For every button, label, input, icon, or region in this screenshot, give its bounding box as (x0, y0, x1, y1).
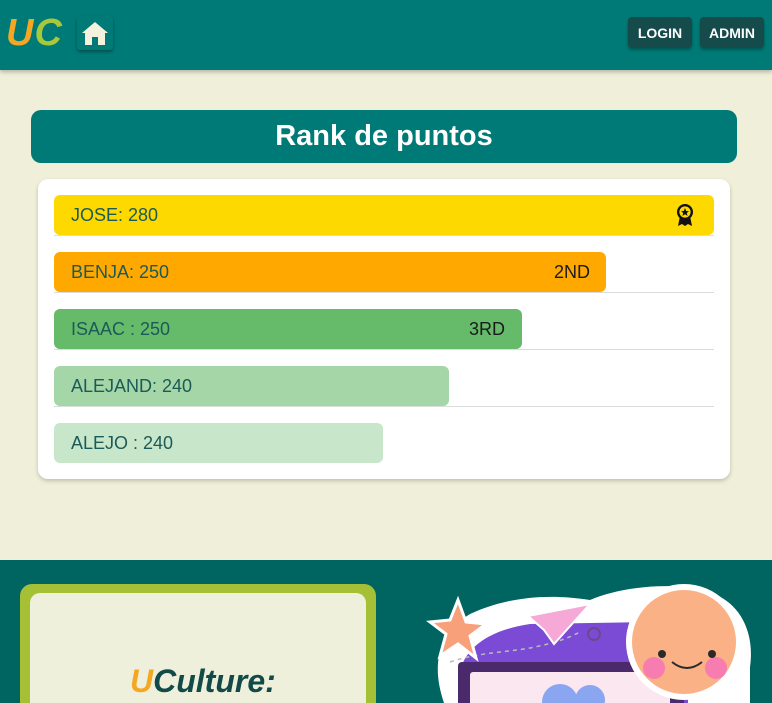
rank-label-2: BENJA: 250 (71, 262, 170, 282)
rank-row-1: JOSE: 280 (54, 179, 714, 236)
rank-place-3: 3RD (469, 319, 506, 339)
rank-row-4: ALEJAND: 240 (54, 350, 714, 407)
rank-row-2: BENJA: 250 2ND (54, 236, 714, 293)
rank-label-4: ALEJAND: 240 (71, 376, 193, 396)
logo-letter-c: C (34, 12, 63, 54)
app-logo[interactable]: UC (6, 12, 63, 55)
logo-letter-u: U (6, 12, 35, 54)
rank-place-2: 2ND (554, 262, 591, 282)
rank-label-5: ALEJO : 240 (71, 433, 174, 453)
page-title: Rank de puntos (31, 110, 737, 163)
rank-row-3: ISAAC : 250 3RD (54, 293, 714, 350)
admin-button[interactable]: ADMIN (700, 17, 764, 48)
promo-card: UCulture: (20, 584, 376, 703)
award-medal-icon (677, 204, 693, 226)
home-icon (82, 22, 108, 45)
top-navbar: UC LOGIN ADMIN (0, 0, 772, 70)
mascot-illustration (426, 584, 751, 703)
promo-card-inner: UCulture: (30, 593, 366, 703)
promo-title-u: U (130, 663, 154, 699)
rank-row-5: ALEJO : 240 (54, 407, 714, 464)
footer-section: UCulture: (0, 560, 772, 703)
rank-label-1: JOSE: 280 (71, 205, 159, 225)
home-button[interactable] (77, 16, 113, 50)
login-button[interactable]: LOGIN (628, 17, 692, 48)
promo-title-rest: Culture: (153, 663, 276, 699)
ranking-card: JOSE: 280 BENJA: 250 2ND ISAAC : 250 3RD… (38, 179, 730, 479)
promo-title: UCulture: (130, 663, 276, 700)
rank-label-3: ISAAC : 250 (71, 319, 171, 339)
